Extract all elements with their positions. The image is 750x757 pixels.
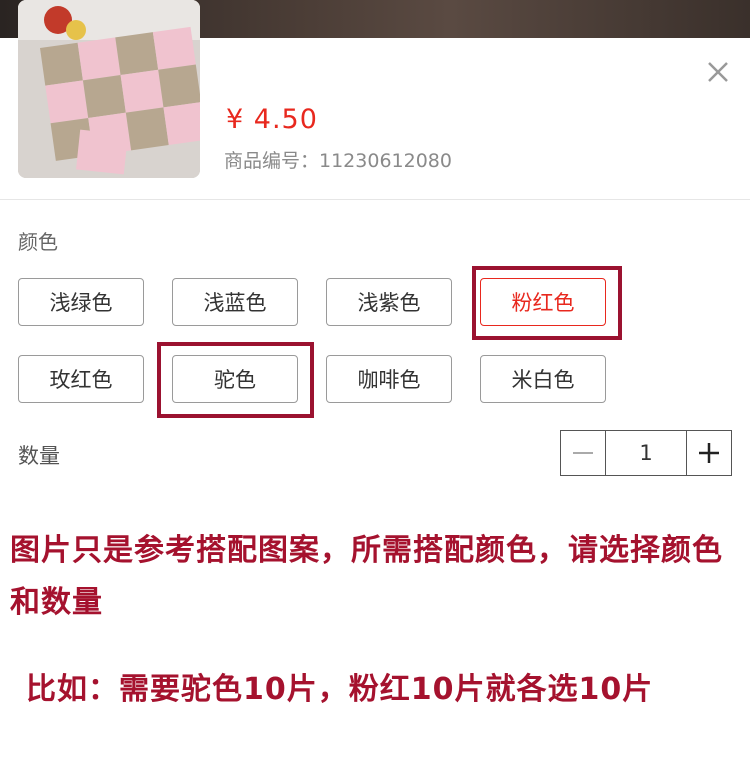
color-section-label: 颜色 (18, 230, 58, 254)
increment-button[interactable] (687, 431, 731, 475)
color-option-rose-red[interactable]: 玫红色 (18, 355, 144, 403)
decrement-button[interactable] (561, 431, 605, 475)
color-option-light-purple[interactable]: 浅紫色 (326, 278, 452, 326)
highlight-box-pink (472, 266, 622, 340)
quantity-label: 数量 (18, 444, 60, 468)
divider (0, 199, 750, 200)
quantity-stepper: 1 (560, 430, 732, 476)
close-icon (708, 62, 728, 82)
close-button[interactable] (700, 56, 736, 92)
minus-icon (573, 452, 593, 454)
floor-mat-image (18, 0, 200, 178)
quantity-input[interactable]: 1 (605, 431, 687, 475)
plus-icon (699, 443, 719, 463)
example-note: 比如：需要驼色10片，粉红10片就各选10片 (26, 672, 654, 707)
color-option-light-green[interactable]: 浅绿色 (18, 278, 144, 326)
product-price: ¥ 4.50 (226, 104, 318, 135)
instruction-note: 图片只是参考搭配图案，所需搭配颜色，请选择颜色和数量 (10, 533, 723, 620)
highlight-box-camel (157, 342, 314, 418)
product-code: 商品编号：11230612080 (224, 150, 452, 172)
color-option-off-white[interactable]: 米白色 (480, 355, 606, 403)
color-option-light-blue[interactable]: 浅蓝色 (172, 278, 298, 326)
color-option-coffee[interactable]: 咖啡色 (326, 355, 452, 403)
product-thumbnail (18, 0, 200, 178)
